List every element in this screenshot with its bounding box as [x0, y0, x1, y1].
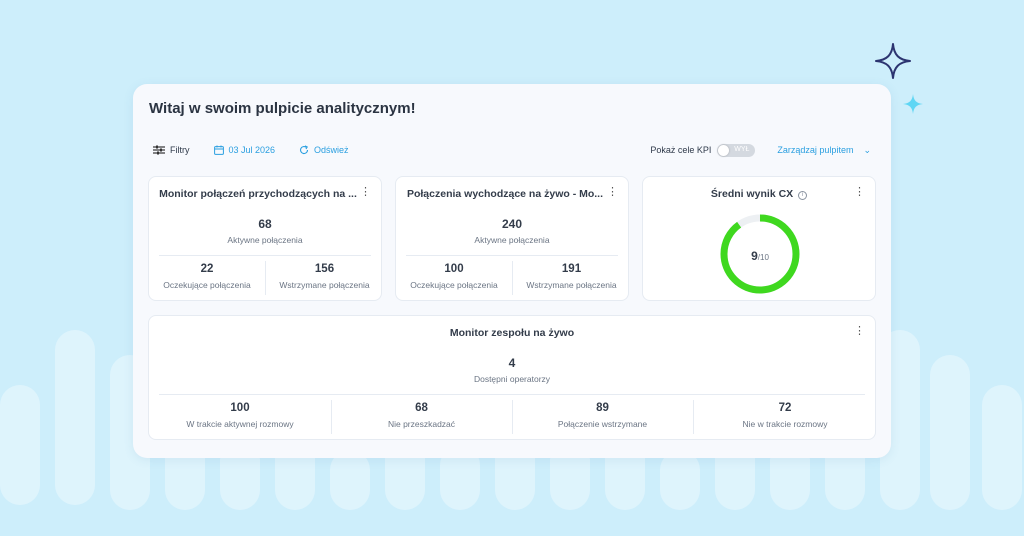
active-calls-label: Aktywne połączenia [474, 235, 550, 245]
incoming-calls-card: Monitor połączeń przychodzących na ... ⋮… [148, 176, 382, 301]
page-title: Witaj w swoim pulpicie analitycznym! [149, 100, 416, 117]
stat-value: 191 [561, 263, 582, 275]
manage-dashboard-button[interactable]: Zarządzaj pulpitem [777, 145, 853, 155]
stat-value: 68 [415, 402, 428, 414]
divider [159, 394, 865, 395]
kpi-toggle[interactable]: WYŁ [717, 143, 756, 157]
dashboard-panel: Witaj w swoim pulpicie analitycznym! Fil… [133, 84, 891, 458]
cx-score-text: 9/10 [718, 247, 802, 265]
card-title: Połączenia wychodzące na żywo - Mo... [406, 188, 604, 200]
calendar-icon [213, 145, 224, 155]
team-stat: 72 Nie w trakcie rozmowy [693, 402, 877, 429]
available-agents-value: 4 [508, 356, 516, 370]
stat-label: Nie w trakcie rozmowy [742, 419, 828, 429]
filters-button[interactable]: Filtry [153, 145, 190, 155]
team-stat: 100 W trakcie aktywnej rozmowy [149, 402, 331, 429]
stat-label: Wstrzymane połączenia [279, 280, 370, 290]
sparkle-icon [875, 43, 911, 79]
cx-score-card: Średni wynik CX i ⋮ 9/10 [642, 176, 876, 301]
more-options-icon[interactable]: ⋮ [607, 187, 618, 198]
stat-value: 72 [778, 402, 792, 414]
stat-value: 89 [596, 402, 609, 414]
date-picker[interactable]: 03 Jul 2026 [213, 145, 276, 155]
toggle-knob [718, 144, 730, 156]
chevron-down-icon[interactable]: ⌄ [863, 145, 871, 156]
active-calls-value: 68 [258, 217, 272, 231]
active-calls-value: 240 [501, 217, 523, 231]
waiting-calls-stat: 100 Oczekujące połączenia [396, 263, 512, 290]
stat-label: Oczekujące połączenia [410, 280, 498, 290]
team-stat: 89 Połączenie wstrzymane [512, 402, 693, 429]
info-icon[interactable]: i [798, 191, 808, 200]
team-stat: 68 Nie przeszkadzać [331, 402, 512, 429]
cx-score-max: /10 [757, 253, 769, 262]
small-sparkle-icon [903, 94, 923, 114]
stat-value: 156 [314, 263, 335, 275]
toolbar: Filtry 03 Jul 2026 Odśwież Pokaż cele KP… [153, 142, 871, 158]
refresh-label: Odśwież [314, 145, 349, 155]
refresh-icon [300, 145, 309, 155]
stat-label: Wstrzymane połączenia [526, 280, 617, 290]
stat-label: Nie przeszkadzać [387, 419, 456, 429]
stat-value: 22 [200, 263, 214, 275]
kpi-label: Pokaż cele KPI [650, 145, 712, 155]
available-agents-label: Dostępni operatorzy [473, 374, 551, 384]
card-title: Monitor zespołu na żywo [449, 327, 575, 339]
stat-value: 100 [444, 263, 464, 275]
divider [406, 255, 618, 256]
date-label: 03 Jul 2026 [228, 145, 276, 155]
stat-label: Połączenie wstrzymane [557, 419, 648, 429]
stat-label: W trakcie aktywnej rozmowy [186, 419, 294, 429]
held-calls-stat: 191 Wstrzymane połączenia [513, 263, 630, 290]
more-options-icon[interactable]: ⋮ [854, 326, 865, 337]
stat-value: 100 [230, 402, 250, 414]
stat-label: Oczekujące połączenia [163, 280, 251, 290]
held-calls-stat: 156 Wstrzymane połączenia [266, 263, 383, 290]
outgoing-calls-card: Połączenia wychodzące na żywo - Mo... ⋮ … [395, 176, 629, 301]
refresh-button[interactable]: Odśwież [299, 145, 349, 155]
card-title: Monitor połączeń przychodzących na ... [159, 188, 357, 200]
filter-sliders-icon [153, 145, 165, 155]
active-calls-label: Aktywne połączenia [227, 235, 303, 245]
card-title: Średni wynik CX i [643, 188, 875, 200]
waiting-calls-stat: 22 Oczekujące połączenia [149, 263, 265, 290]
toggle-state: WYŁ [734, 145, 750, 153]
more-options-icon[interactable]: ⋮ [854, 187, 865, 198]
more-options-icon[interactable]: ⋮ [360, 187, 371, 198]
cx-score-value: 9 [751, 249, 758, 263]
filters-label: Filtry [170, 145, 190, 155]
divider [159, 255, 371, 256]
team-monitor-card: Monitor zespołu na żywo ⋮ 4 Dostępni ope… [148, 315, 876, 440]
cx-title: Średni wynik CX [710, 188, 794, 200]
